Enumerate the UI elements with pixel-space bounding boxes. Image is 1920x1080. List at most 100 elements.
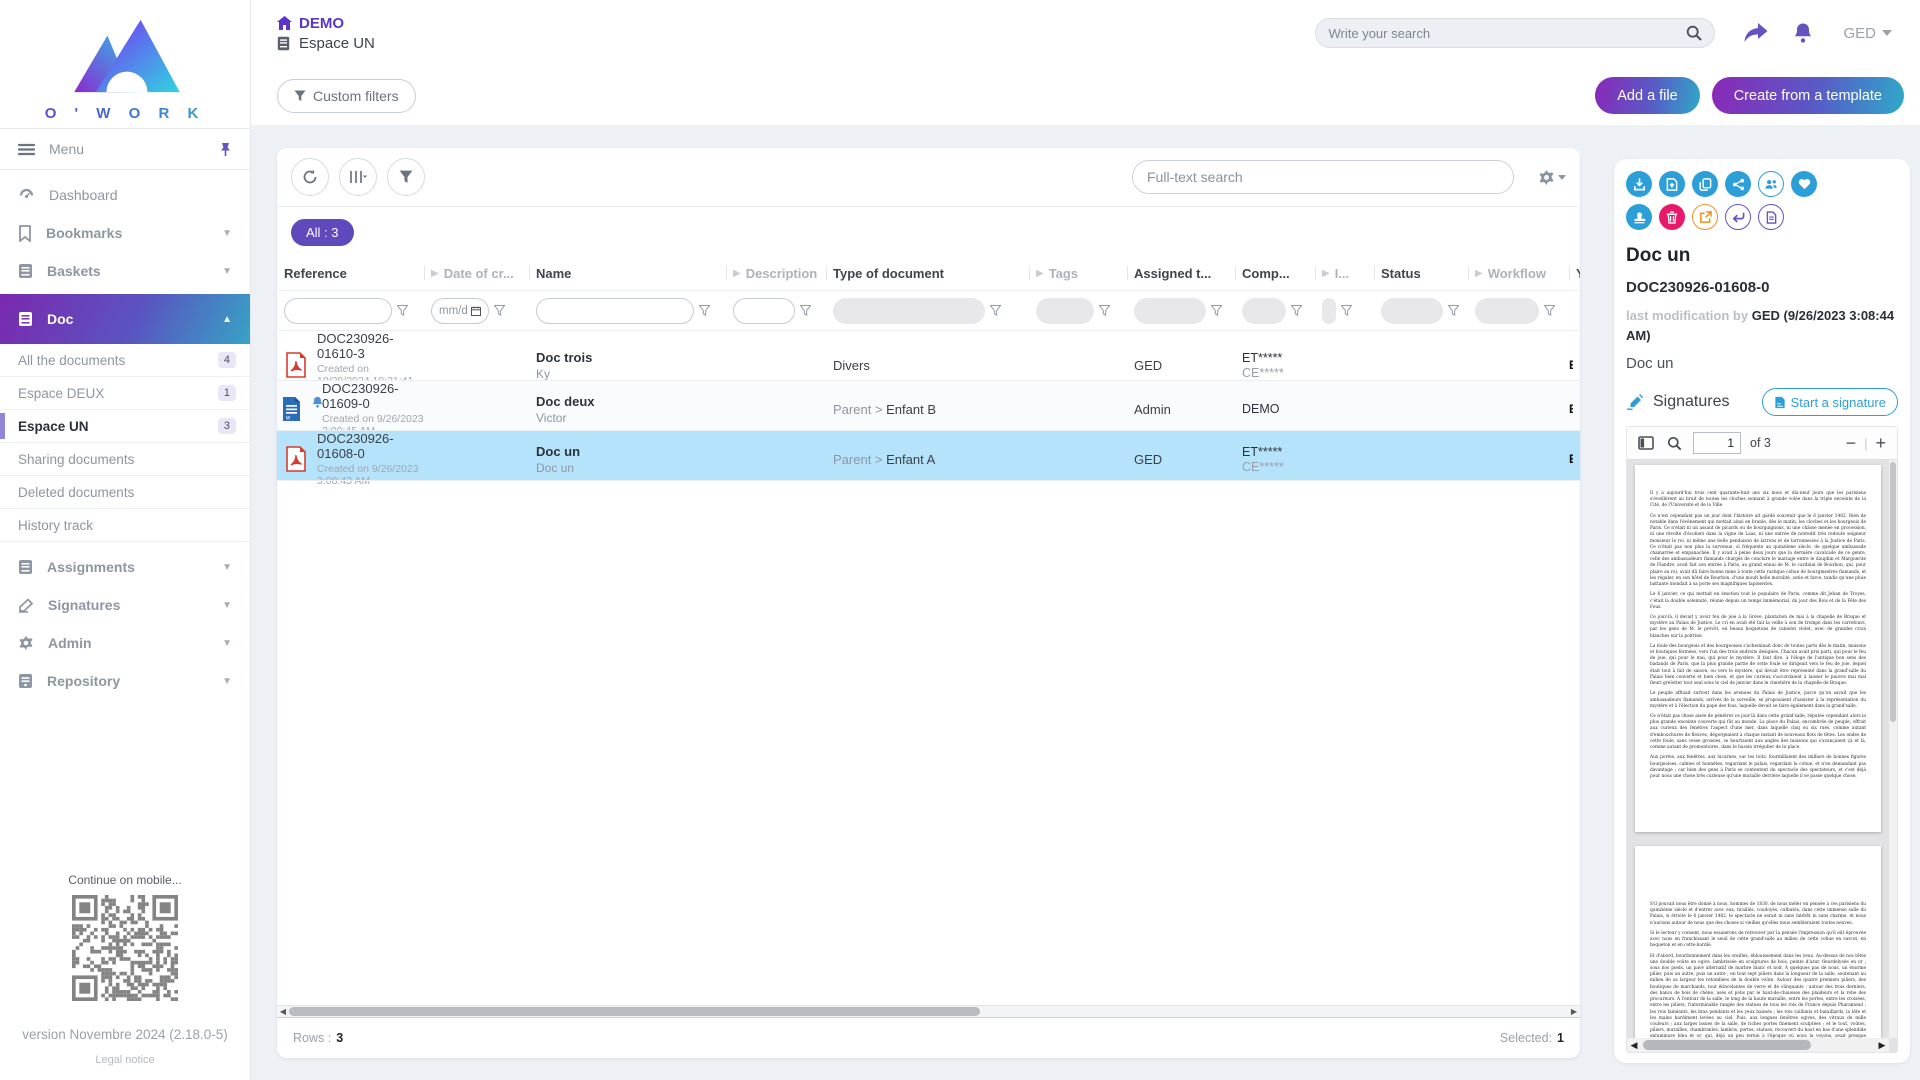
zoom-in-button[interactable]: + bbox=[1873, 431, 1888, 456]
funnel-icon[interactable] bbox=[1340, 304, 1353, 317]
favorite-button[interactable] bbox=[1791, 171, 1817, 197]
new-version-button[interactable] bbox=[1659, 171, 1685, 197]
scroll-left-arrow[interactable]: ◀ bbox=[277, 1005, 289, 1018]
sidebar-item-signatures[interactable]: Signatures ▼ bbox=[0, 586, 250, 624]
name-filter-input[interactable] bbox=[536, 298, 694, 324]
sidebar-subitem-history-track[interactable]: History track bbox=[0, 509, 250, 542]
scrollbar-thumb[interactable] bbox=[1643, 1040, 1811, 1050]
scrollbar-thumb[interactable] bbox=[1890, 462, 1896, 722]
column-header-y[interactable]: Y bbox=[1569, 263, 1580, 283]
i-filter-select[interactable] bbox=[1322, 298, 1336, 324]
column-header-type[interactable]: Type of document bbox=[826, 263, 1029, 283]
start-signature-button[interactable]: Start a signature bbox=[1762, 388, 1898, 416]
filter-button[interactable] bbox=[387, 158, 425, 196]
column-header-description[interactable]: ▶Description bbox=[726, 263, 826, 283]
delete-button[interactable] bbox=[1659, 204, 1685, 230]
sidebar-item-bookmarks[interactable]: Bookmarks ▼ bbox=[0, 214, 250, 252]
column-header-tags[interactable]: ▶Tags bbox=[1029, 263, 1127, 283]
refresh-button[interactable] bbox=[291, 158, 329, 196]
column-header-assigned[interactable]: Assigned t... bbox=[1127, 263, 1235, 283]
assign-users-button[interactable] bbox=[1758, 171, 1784, 197]
status-filter-select[interactable] bbox=[1381, 298, 1443, 324]
download-button[interactable] bbox=[1626, 171, 1652, 197]
sidebar-subitem-espace-un[interactable]: Espace UN 3 bbox=[0, 410, 250, 443]
description-filter-input[interactable] bbox=[733, 298, 795, 324]
row-name: Doc deux bbox=[536, 394, 726, 409]
stamp-button[interactable] bbox=[1626, 204, 1652, 230]
page-number-input[interactable] bbox=[1693, 432, 1741, 454]
copy-button[interactable] bbox=[1692, 171, 1718, 197]
breadcrumb-space[interactable]: Espace UN bbox=[277, 35, 375, 52]
funnel-icon[interactable] bbox=[698, 304, 711, 317]
column-header-i[interactable]: ▶I... bbox=[1315, 263, 1374, 283]
sidebar-subitem-all-documents[interactable]: All the documents 4 bbox=[0, 344, 250, 377]
notifications-button[interactable] bbox=[1789, 18, 1817, 48]
document-info-button[interactable] bbox=[1758, 204, 1784, 230]
share-button[interactable] bbox=[1739, 18, 1773, 48]
scrollbar-thumb[interactable] bbox=[289, 1007, 980, 1016]
funnel-icon[interactable] bbox=[1543, 304, 1556, 317]
pin-icon[interactable] bbox=[219, 142, 232, 157]
company-filter-select[interactable] bbox=[1242, 298, 1286, 324]
global-search-input[interactable] bbox=[1328, 26, 1678, 41]
table-row[interactable]: w DOC230926-01609-0 Created on 9/26/2023… bbox=[277, 380, 1580, 430]
legal-notice-link[interactable]: Legal notice bbox=[0, 1054, 250, 1066]
open-external-button[interactable] bbox=[1692, 204, 1718, 230]
tags-filter-select[interactable] bbox=[1036, 298, 1094, 324]
scroll-right-arrow[interactable]: ▶ bbox=[1875, 1040, 1889, 1051]
column-header-name[interactable]: Name bbox=[529, 263, 726, 283]
column-header-reference[interactable]: Reference bbox=[277, 263, 424, 283]
create-from-template-button[interactable]: Create from a template bbox=[1712, 77, 1904, 114]
table-settings-button[interactable] bbox=[1538, 169, 1566, 186]
sidebar-item-admin[interactable]: Admin ▼ bbox=[0, 624, 250, 662]
funnel-icon[interactable] bbox=[989, 304, 1002, 317]
sidebar-toggle-button[interactable] bbox=[1636, 434, 1656, 452]
return-button[interactable] bbox=[1725, 204, 1751, 230]
custom-filters-button[interactable]: Custom filters bbox=[277, 79, 416, 113]
funnel-icon[interactable] bbox=[799, 304, 812, 317]
funnel-icon[interactable] bbox=[1210, 304, 1223, 317]
funnel-icon[interactable] bbox=[1447, 304, 1460, 317]
zoom-out-button[interactable]: − bbox=[1844, 431, 1859, 456]
scroll-right-arrow[interactable]: ▶ bbox=[1568, 1005, 1580, 1018]
sidebar-subitem-espace-deux[interactable]: Espace DEUX 1 bbox=[0, 377, 250, 410]
search-icon[interactable] bbox=[1686, 25, 1702, 41]
column-header-date[interactable]: ▶Date of cr... bbox=[424, 263, 529, 283]
sidebar-item-baskets[interactable]: Baskets ▼ bbox=[0, 252, 250, 290]
column-header-workflow[interactable]: ▶Workflow bbox=[1468, 263, 1569, 283]
sidebar-item-repository[interactable]: Repository ▼ bbox=[0, 662, 250, 700]
pdf-search-button[interactable] bbox=[1665, 434, 1684, 453]
funnel-icon[interactable] bbox=[396, 304, 409, 317]
funnel-icon[interactable] bbox=[493, 304, 506, 317]
user-menu[interactable]: GED bbox=[1843, 25, 1892, 42]
sidebar-item-dashboard[interactable]: Dashboard bbox=[0, 176, 250, 214]
column-header-status[interactable]: Status bbox=[1374, 263, 1468, 283]
pdf-scroll-area[interactable]: Il y a aujourd'hui trois cent quarante-h… bbox=[1627, 460, 1889, 1038]
scrollbar-track[interactable] bbox=[289, 1007, 1568, 1016]
funnel-icon[interactable] bbox=[1290, 304, 1303, 317]
sidebar-item-doc[interactable]: Doc ▲ bbox=[0, 294, 250, 344]
funnel-icon[interactable] bbox=[1098, 304, 1111, 317]
column-header-company[interactable]: Comp... bbox=[1235, 263, 1315, 283]
columns-button[interactable] bbox=[339, 158, 377, 196]
pdf-vertical-scrollbar[interactable] bbox=[1889, 460, 1897, 1038]
sidebar-item-assignments[interactable]: Assignments ▼ bbox=[0, 548, 250, 586]
document-detail-panel: Doc un DOC230926-01608-0 last modificati… bbox=[1614, 159, 1910, 1063]
share-button-detail[interactable] bbox=[1725, 171, 1751, 197]
add-file-button[interactable]: Add a file bbox=[1595, 77, 1699, 114]
all-filter-chip[interactable]: All : 3 bbox=[291, 219, 354, 246]
scrollbar-track[interactable] bbox=[1641, 1040, 1875, 1050]
type-filter-select[interactable] bbox=[833, 298, 985, 324]
scroll-left-arrow[interactable]: ◀ bbox=[1627, 1040, 1641, 1051]
sidebar-subitem-sharing-documents[interactable]: Sharing documents bbox=[0, 443, 250, 476]
date-filter-input[interactable]: mm/d bbox=[431, 298, 489, 324]
fulltext-search-input[interactable] bbox=[1147, 169, 1499, 185]
sidebar-subitem-deleted-documents[interactable]: Deleted documents bbox=[0, 476, 250, 509]
table-row[interactable]: DOC230926-01610-3 Created on 10/29/2024 … bbox=[277, 330, 1580, 380]
reference-filter-input[interactable] bbox=[284, 298, 392, 324]
assigned-filter-select[interactable] bbox=[1134, 298, 1206, 324]
hamburger-icon[interactable] bbox=[18, 143, 35, 156]
breadcrumb-workspace[interactable]: DEMO bbox=[277, 15, 375, 32]
table-row-selected[interactable]: DOC230926-01608-0 Created on 9/26/2023 3… bbox=[277, 430, 1580, 480]
workflow-filter-select[interactable] bbox=[1475, 298, 1539, 324]
